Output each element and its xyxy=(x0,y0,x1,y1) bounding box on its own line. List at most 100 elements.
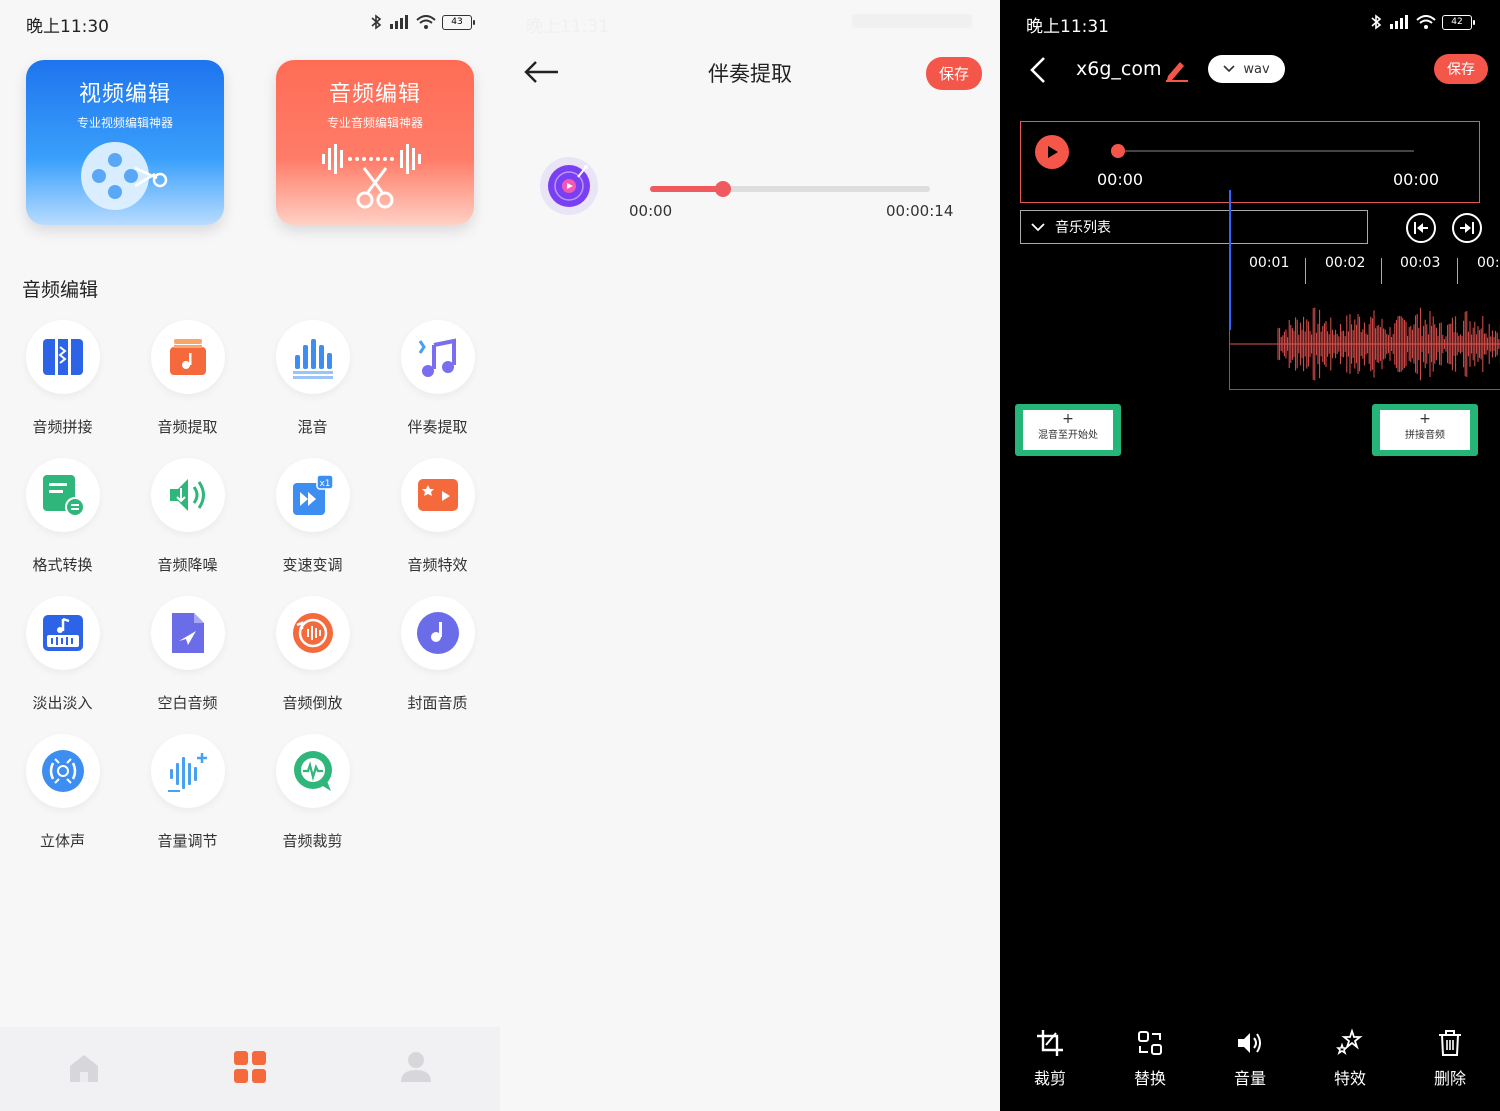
tool-speed-pitch[interactable]: x1 变速变调 xyxy=(250,458,375,575)
tool-noise-reduce[interactable]: 音频降噪 xyxy=(125,458,250,575)
player-thumb[interactable] xyxy=(1111,144,1125,158)
toolbar-label: 删除 xyxy=(1433,1069,1466,1088)
timeline-ruler: 00:01 00:02 00:03 00:0 xyxy=(1230,255,1500,285)
tool-fade[interactable]: 淡出淡入 xyxy=(0,596,125,713)
edit-pencil-icon[interactable] xyxy=(1164,58,1190,82)
tool-label: 音频降噪 xyxy=(157,556,218,574)
signal-icon xyxy=(390,15,408,29)
tab-profile[interactable] xyxy=(394,1045,438,1089)
tool-audio-splice[interactable]: 音频拼接 xyxy=(0,320,125,437)
playback-progress xyxy=(650,186,723,192)
save-button[interactable]: 保存 xyxy=(926,57,983,90)
file-name: x6g_com xyxy=(1076,58,1162,80)
tool-accompaniment[interactable]: 伴奏提取 xyxy=(375,320,500,437)
jump-start-button[interactable] xyxy=(1406,213,1436,243)
splice-audio-handle[interactable]: + 拼接音频 xyxy=(1372,404,1478,456)
format-value: wav xyxy=(1243,61,1270,77)
effects-button[interactable]: 特效 xyxy=(1300,1028,1400,1089)
stereo-icon xyxy=(41,750,84,792)
tool-cover-quality[interactable]: 封面音质 xyxy=(375,596,500,713)
music-list-label: 音乐列表 xyxy=(1055,220,1111,236)
battery-icon: 43 xyxy=(442,14,475,30)
status-time: 晚上11:31 xyxy=(1026,17,1109,37)
bluetooth-icon xyxy=(1371,14,1382,30)
status-icons: 43 xyxy=(370,14,475,30)
music-list-toggle[interactable]: 音乐列表 xyxy=(1020,210,1368,244)
tool-label: 空白音频 xyxy=(157,694,218,712)
vinyl-disc-icon xyxy=(548,165,590,207)
home-icon xyxy=(70,1055,98,1082)
tool-label: 混音 xyxy=(297,418,328,436)
player-current-time: 00:00 xyxy=(1097,170,1144,189)
tool-blank-audio[interactable]: 空白音频 xyxy=(125,596,250,713)
home-tools-screen: 晚上11:30 43 视频编辑 专业视频编辑神器 音频编辑 专业音频编辑神器 音… xyxy=(0,0,500,1111)
audio-edit-card[interactable]: 音频编辑 专业音频编辑神器 xyxy=(276,60,474,225)
replace-button[interactable]: 替换 xyxy=(1100,1029,1200,1089)
fade-icon xyxy=(42,615,83,651)
speed-pitch-icon: x1 xyxy=(292,474,334,515)
tool-label: 音量调节 xyxy=(157,832,218,850)
tool-audio-extract[interactable]: 音频提取 xyxy=(125,320,250,437)
playback-thumb[interactable] xyxy=(714,181,731,197)
tool-audio-effect[interactable]: 音频特效 xyxy=(375,458,500,575)
tool-label: 音频倒放 xyxy=(282,694,343,712)
tool-label: 伴奏提取 xyxy=(407,418,468,436)
total-time: 00:00:14 xyxy=(886,202,954,220)
mix-to-start-handle[interactable]: + 混音至开始处 xyxy=(1015,404,1121,456)
cover-quality-icon xyxy=(416,612,459,654)
tool-label: 音频特效 xyxy=(407,556,468,574)
video-edit-card[interactable]: 视频编辑 专业视频编辑神器 xyxy=(26,60,224,225)
playback-slider[interactable] xyxy=(650,181,930,197)
tool-label: 立体声 xyxy=(39,832,85,850)
format-dropdown[interactable]: wav xyxy=(1208,55,1285,83)
play-icon xyxy=(1048,146,1058,158)
tool-label: 变速变调 xyxy=(282,556,343,574)
ruler-tick: 00:03 xyxy=(1400,255,1441,271)
tool-stereo[interactable]: 立体声 xyxy=(0,734,125,851)
audio-extract-icon xyxy=(169,339,206,375)
skip-to-start-icon xyxy=(1414,222,1428,234)
status-time: 晚上11:31 xyxy=(526,17,609,37)
tool-volume-adjust[interactable]: 音量调节 xyxy=(125,734,250,851)
bluetooth-icon xyxy=(371,14,382,30)
reverse-icon xyxy=(292,613,333,653)
save-button[interactable]: 保存 xyxy=(1434,54,1488,84)
chevron-down-icon xyxy=(1223,65,1235,73)
handle-label: 混音至开始处 xyxy=(1038,430,1098,441)
back-chevron-icon[interactable] xyxy=(1028,56,1048,84)
toolbar-label: 替换 xyxy=(1133,1069,1166,1088)
waveform-track[interactable] xyxy=(1229,298,1500,390)
user-icon xyxy=(401,1052,431,1082)
audio-edit-subtitle: 专业音频编辑神器 xyxy=(326,116,423,130)
player-total-time: 00:00 xyxy=(1393,170,1440,189)
tool-audio-crop[interactable]: 音频裁剪 xyxy=(250,734,375,851)
grid-icon xyxy=(234,1051,266,1083)
tool-label: 音频裁剪 xyxy=(282,832,343,850)
replace-icon xyxy=(1138,1031,1162,1055)
jump-end-button[interactable] xyxy=(1452,213,1482,243)
status-icons: 42 xyxy=(1370,14,1475,30)
wifi-icon xyxy=(416,15,436,29)
crop-button[interactable]: 裁剪 xyxy=(1000,1029,1100,1089)
soundwave-scissors-icon xyxy=(322,144,421,209)
tab-home[interactable] xyxy=(62,1045,106,1089)
format-convert-icon xyxy=(42,475,85,517)
volume-button[interactable]: 音量 xyxy=(1200,1029,1300,1089)
play-button[interactable] xyxy=(1035,135,1069,169)
battery-level: 43 xyxy=(451,17,463,27)
svg-text:x1: x1 xyxy=(319,479,330,489)
playhead[interactable] xyxy=(1229,190,1231,330)
ruler-tick: 00:01 xyxy=(1249,255,1290,271)
battery-level: 42 xyxy=(1451,17,1463,27)
chevron-down-icon xyxy=(1031,222,1045,231)
delete-button[interactable]: 删除 xyxy=(1400,1029,1500,1089)
tool-reverse[interactable]: 音频倒放 xyxy=(250,596,375,713)
battery-icon: 42 xyxy=(1442,14,1475,30)
tool-mix[interactable]: 混音 xyxy=(250,320,375,437)
tab-tools[interactable] xyxy=(228,1045,272,1089)
tool-format-convert[interactable]: 格式转换 xyxy=(0,458,125,575)
waveform xyxy=(1230,307,1500,381)
volume-adjust-icon xyxy=(167,753,207,792)
player-track[interactable] xyxy=(1118,150,1414,152)
audio-edit-title: 音频编辑 xyxy=(328,82,421,107)
